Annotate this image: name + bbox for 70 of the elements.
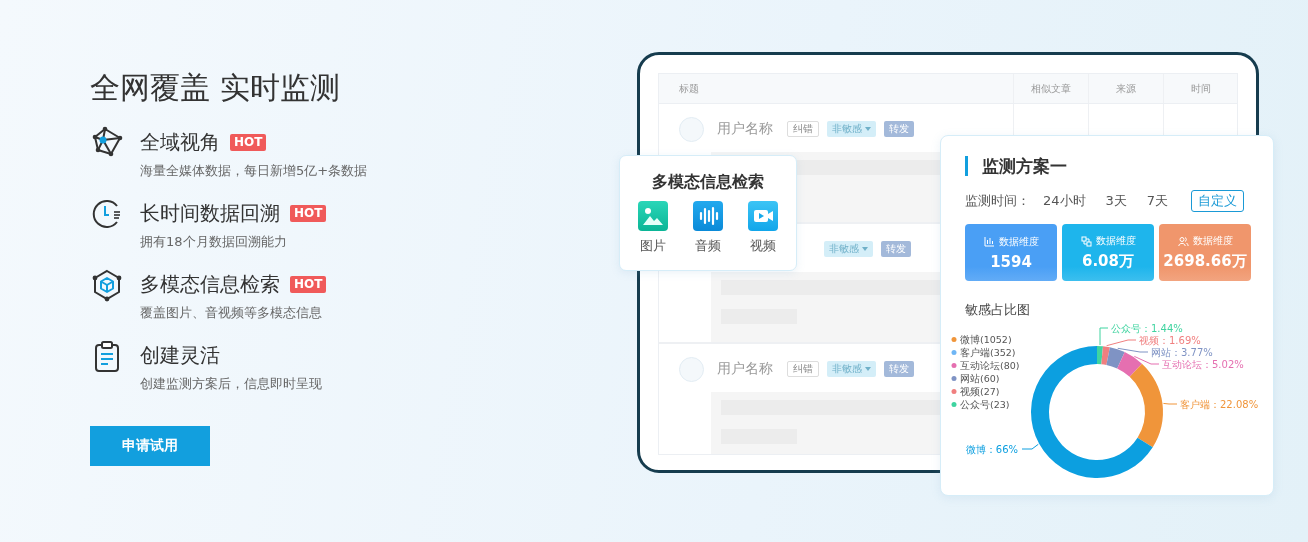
avatar [679,116,704,142]
caret-icon [865,367,871,371]
forward-tag[interactable]: 转发 [884,121,914,137]
hot-badge: HOT [230,133,267,151]
slice-label: 网站：3.77% [1151,347,1213,358]
column-header: 相似文章 [1013,74,1088,103]
stat-label: 数据维度 [1095,234,1136,248]
user-name: 用户名称 [717,120,774,138]
sentiment-dropdown[interactable]: 非敏感 [827,361,876,377]
time-range-option[interactable]: 3天 [1098,190,1134,212]
image-icon [638,201,668,231]
network-icon [1080,235,1092,247]
feature-description: 拥有18个月数据回溯能力 [140,233,288,251]
feature-title: 全域视角 [140,128,220,156]
stat-value: 6.08万 [1082,252,1134,271]
slice-label: 互动论坛：5.02% [1162,359,1244,370]
trial-button[interactable]: 申请试用 [90,426,210,466]
user-name: 用户名称 [717,360,774,378]
caret-icon [865,127,871,131]
stat-value: 2698.66万 [1163,252,1247,271]
time-range-option[interactable]: 24小时 [1036,190,1093,212]
legend-label: 视频(27) [960,386,1000,397]
legend-label: 公众号(23) [960,399,1010,410]
card-title: 监测方案一 [965,156,1249,176]
audio-wave-icon [693,201,723,231]
column-header: 时间 [1163,74,1237,103]
card-title: 多模态信息检索 [652,171,764,193]
feature-title: 长时间数据回溯 [140,199,280,227]
media-type-label: 图片 [640,237,666,255]
hot-badge: HOT [290,275,327,293]
time-range-option[interactable]: 7天 [1139,190,1176,212]
column-header: 标题 [678,81,700,96]
media-type-label: 视频 [750,237,776,255]
slice-label: 客户端：22.08% [1180,399,1259,410]
chart-title: 敏感占比图 [965,301,1031,319]
feature-title: 多模态信息检索 [140,270,280,298]
column-header: 来源 [1088,74,1163,103]
hot-badge: HOT [290,204,327,222]
stat-label: 数据维度 [1192,234,1233,248]
media-type-label: 音频 [695,237,721,255]
forward-tag[interactable]: 转发 [884,361,914,377]
sentiment-dropdown[interactable]: 非敏感 [824,241,873,257]
users-icon [1177,235,1189,247]
slice-label: 微博：66% [965,444,1018,455]
legend-label: 微博(1052) [960,334,1012,345]
time-range-option[interactable]: 自定义 [1191,190,1245,212]
avatar [679,356,704,382]
slice-label: 公众号：1.44% [1111,323,1183,334]
feature-description: 海量全媒体数据，每日新增5亿+条数据 [140,162,369,180]
feature-title: 创建灵活 [140,341,220,369]
feature-description: 创建监测方案后，信息即时呈现 [140,375,323,393]
caret-icon [862,247,868,251]
video-camera-icon [748,201,778,231]
bar-chart-icon [983,236,995,247]
legend-label: 网站(60) [960,373,1000,384]
time-label: 监测时间： [965,192,1030,210]
cube-icon [90,268,124,302]
legend-label: 客户端(352) [960,347,1016,358]
correct-tag[interactable]: 纠错 [787,361,819,377]
leader-line [1021,443,1039,450]
correct-tag[interactable]: 纠错 [787,121,819,137]
feature-description: 覆盖图片、音视频等多模态信息 [140,304,323,322]
sentiment-dropdown[interactable]: 非敏感 [827,121,876,137]
legend-label: 互动论坛(80) [960,360,1020,371]
forward-tag[interactable]: 转发 [881,241,911,257]
leader-line [1162,402,1178,405]
stat-value: 1594 [990,252,1032,271]
stat-label: 数据维度 [998,234,1039,249]
hero-title: 全网覆盖 实时监测 [90,70,341,106]
slice-label: 视频：1.69% [1139,335,1201,346]
